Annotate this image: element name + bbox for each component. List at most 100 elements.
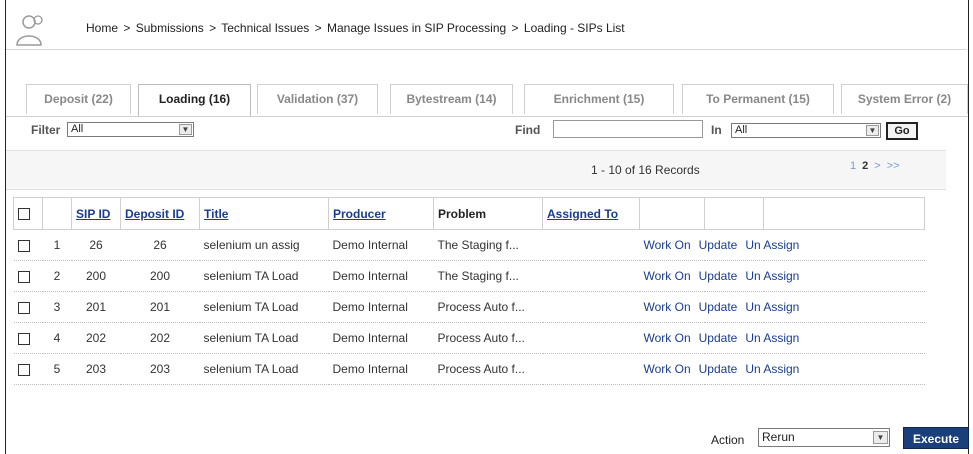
tab-system-error[interactable]: System Error (2) [841,84,968,114]
in-label: In [711,123,722,137]
find-input[interactable] [553,120,703,138]
tab-validation[interactable]: Validation (37) [257,84,378,114]
tab-deposit[interactable]: Deposit (22) [26,84,131,114]
unassign-link[interactable]: Un Assign [745,238,799,252]
cell-sip-id: 201 [71,291,121,323]
cell-assigned-to [542,260,640,292]
select-all-checkbox[interactable] [18,208,30,221]
action-header-unassign [763,197,925,230]
cell-sip-id: 203 [71,353,121,385]
work-on-link[interactable]: Work On [644,362,691,376]
row-index: 5 [42,353,72,385]
action-select[interactable]: Rerun ▼ [758,428,890,447]
breadcrumb: Home > Submissions > Technical Issues > … [86,21,625,35]
unassign-link[interactable]: Un Assign [745,300,799,314]
pagination: 1 2 > >> [850,160,906,172]
work-on-link[interactable]: Work On [644,300,691,314]
cell-title: selenium un assig [199,229,329,261]
go-button[interactable]: Go [886,122,918,140]
last-page-icon[interactable]: >> [887,160,900,172]
column-title[interactable]: Title [199,197,329,230]
cell-deposit-id: 26 [120,229,200,261]
cell-assigned-to [542,353,640,385]
table-row: 5 203 203 selenium TA Load Demo Internal… [13,353,925,385]
sips-table: SIP ID Deposit ID Title Producer Problem… [13,197,925,385]
cell-producer: Demo Internal [328,260,434,292]
chevron-down-icon: ▼ [866,125,879,136]
filter-select-value: All [71,123,84,135]
cell-title: selenium TA Load [199,353,329,385]
work-on-link[interactable]: Work On [644,331,691,345]
breadcrumb-separator: > [511,21,519,35]
cell-deposit-id: 201 [120,291,200,323]
column-assigned-to[interactable]: Assigned To [542,197,640,230]
work-on-link[interactable]: Work On [644,269,691,283]
next-page-icon[interactable]: > [874,160,880,172]
cell-problem: Process Auto f... [433,353,543,385]
unassign-link[interactable]: Un Assign [745,362,799,376]
page-link-1[interactable]: 1 [850,160,856,172]
chevron-down-icon: ▼ [873,431,888,444]
cell-assigned-to [542,229,640,261]
tab-loading[interactable]: Loading (16) [138,84,251,116]
table-row: 3 201 201 selenium TA Load Demo Internal… [13,291,925,323]
column-sip-id[interactable]: SIP ID [71,197,121,230]
cell-problem: The Staging f... [433,260,543,292]
update-link[interactable]: Update [699,269,738,283]
index-header [42,197,72,230]
table-row: 2 200 200 selenium TA Load Demo Internal… [13,260,925,292]
row-actions: Work On Update Un Assign [639,229,925,261]
table-row: 1 26 26 selenium un assig Demo Internal … [13,229,925,261]
tab-to-permanent[interactable]: To Permanent (15) [682,84,834,114]
breadcrumb-manage-issues[interactable]: Manage Issues in SIP Processing [327,21,506,35]
breadcrumb-submissions[interactable]: Submissions [136,21,204,35]
tab-bytestream[interactable]: Bytestream (14) [390,84,513,114]
users-icon [16,15,43,46]
in-select[interactable]: All ▼ [731,123,881,138]
row-actions: Work On Update Un Assign [639,322,925,354]
row-checkbox[interactable] [17,363,30,376]
row-index: 1 [42,229,72,261]
breadcrumb-technical-issues[interactable]: Technical Issues [221,21,309,35]
cell-producer: Demo Internal [328,322,434,354]
cell-producer: Demo Internal [328,353,434,385]
column-deposit-id[interactable]: Deposit ID [120,197,200,230]
row-select-cell [13,260,43,292]
records-count: 1 - 10 of 16 Records [591,163,700,177]
cell-sip-id: 200 [71,260,121,292]
execute-button[interactable]: Execute [903,427,969,449]
cell-problem: Process Auto f... [433,322,543,354]
action-header-update [704,197,764,230]
cell-title: selenium TA Load [199,260,329,292]
row-checkbox[interactable] [17,270,30,283]
row-checkbox[interactable] [17,301,30,314]
row-select-cell [13,291,43,323]
row-checkbox[interactable] [17,332,30,345]
cell-title: selenium TA Load [199,291,329,323]
row-actions: Work On Update Un Assign [639,353,925,385]
row-checkbox[interactable] [17,239,30,252]
work-on-link[interactable]: Work On [644,238,691,252]
chevron-down-icon: ▼ [179,124,192,135]
update-link[interactable]: Update [699,331,738,345]
tab-enrichment[interactable]: Enrichment (15) [524,84,674,114]
filter-label: Filter [31,123,61,137]
unassign-link[interactable]: Un Assign [745,331,799,345]
unassign-link[interactable]: Un Assign [745,269,799,283]
cell-deposit-id: 200 [120,260,200,292]
breadcrumb-home[interactable]: Home [86,21,118,35]
row-index: 3 [42,291,72,323]
breadcrumb-separator: > [123,21,131,35]
update-link[interactable]: Update [699,238,738,252]
update-link[interactable]: Update [699,362,738,376]
row-actions: Work On Update Un Assign [639,260,925,292]
row-select-cell [13,229,43,261]
cell-sip-id: 202 [71,322,121,354]
column-producer[interactable]: Producer [328,197,434,230]
update-link[interactable]: Update [699,300,738,314]
filter-select[interactable]: All ▼ [67,122,194,137]
breadcrumb-separator: > [209,21,217,35]
row-select-cell [13,322,43,354]
in-select-value: All [735,124,748,136]
row-actions: Work On Update Un Assign [639,291,925,323]
